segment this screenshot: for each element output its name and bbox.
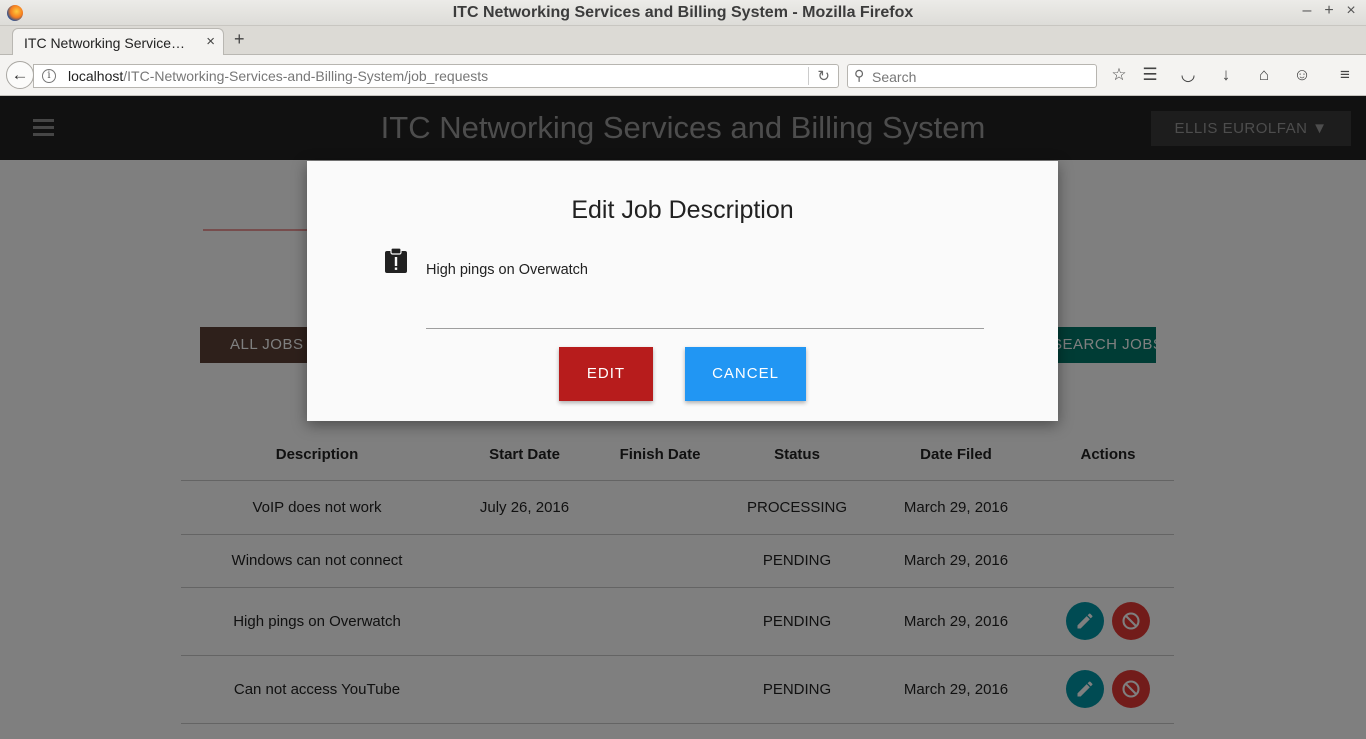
site-info-icon[interactable]: i (42, 69, 56, 83)
maximize-button[interactable]: + (1321, 2, 1337, 20)
job-description-input[interactable]: High pings on Overwatch (426, 262, 588, 278)
cancel-button[interactable]: CANCEL (685, 347, 806, 401)
bookmark-star-icon[interactable]: ☆ (1108, 65, 1130, 85)
url-path: /ITC-Networking-Services-and-Billing-Sys… (123, 68, 489, 84)
download-icon[interactable]: ↓ (1215, 65, 1237, 85)
new-tab-button[interactable]: + (234, 29, 245, 50)
back-button[interactable]: ← (6, 61, 34, 89)
pocket-icon[interactable]: ◡ (1177, 65, 1199, 85)
edit-button[interactable]: EDIT (559, 347, 653, 401)
tab-close-icon[interactable]: × (206, 33, 215, 50)
tab-bar: ITC Networking Service… × + (0, 26, 1366, 56)
reload-icon[interactable]: ↻ (808, 67, 830, 85)
close-window-button[interactable]: × (1343, 2, 1359, 20)
clipboard-alert-icon (385, 248, 407, 273)
hamburger-menu-icon[interactable]: ≡ (1334, 65, 1356, 85)
url-text: localhost/ITC-Networking-Services-and-Bi… (68, 68, 488, 84)
search-icon: ⚲ (854, 67, 865, 83)
minimize-button[interactable]: – (1299, 2, 1315, 20)
url-bar[interactable]: i localhost/ITC-Networking-Services-and-… (33, 64, 839, 88)
home-icon[interactable]: ⌂ (1253, 65, 1275, 85)
reading-list-icon[interactable]: ☰ (1139, 65, 1161, 85)
window-titlebar: ITC Networking Services and Billing Syst… (0, 0, 1366, 26)
url-host: localhost (68, 68, 124, 84)
hello-chat-icon[interactable]: ☺ (1291, 65, 1313, 85)
navigation-toolbar: i localhost/ITC-Networking-Services-and-… (0, 55, 1366, 96)
modal-title: Edit Job Description (571, 196, 794, 224)
search-bar[interactable]: ⚲ Search (847, 64, 1097, 88)
tab-title: ITC Networking Service… (24, 35, 186, 51)
search-placeholder: Search (872, 69, 917, 85)
input-underline (426, 328, 984, 329)
window-title: ITC Networking Services and Billing Syst… (452, 4, 914, 21)
browser-tab[interactable]: ITC Networking Service… × (12, 28, 224, 56)
edit-job-modal: Edit Job Description High pings on Overw… (307, 161, 1058, 421)
